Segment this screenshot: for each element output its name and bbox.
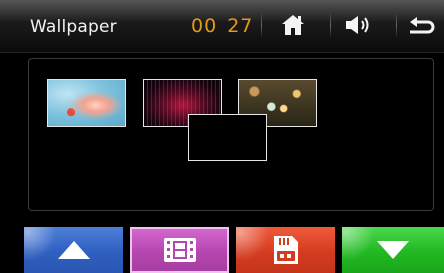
clock-minutes: 27: [227, 15, 254, 37]
clock: 00 27: [191, 15, 253, 37]
divider: [330, 12, 331, 38]
home-button[interactable]: [278, 10, 308, 40]
divider: [396, 12, 397, 38]
volume-button[interactable]: [343, 10, 375, 40]
button-gloss: [236, 227, 276, 263]
volume-icon: [346, 16, 369, 34]
button-gloss: [24, 227, 64, 263]
scroll-up-button[interactable]: [24, 227, 123, 273]
back-button[interactable]: [404, 10, 438, 40]
home-icon: [282, 15, 304, 35]
sd-card-icon: [273, 236, 298, 264]
scroll-down-button[interactable]: [342, 227, 444, 273]
wallpaper-thumbnail-selected[interactable]: [188, 114, 267, 161]
video-button[interactable]: [130, 227, 229, 273]
top-bar: Wallpaper 00 27: [0, 0, 444, 53]
button-gloss: [342, 227, 382, 263]
film-icon: [163, 238, 196, 262]
wallpaper-thumbnail[interactable]: [47, 79, 126, 127]
page-title: Wallpaper: [30, 17, 117, 37]
back-icon: [410, 17, 435, 34]
sd-card-button[interactable]: [236, 227, 335, 273]
clock-hours: 00: [191, 15, 218, 37]
divider: [261, 12, 262, 38]
